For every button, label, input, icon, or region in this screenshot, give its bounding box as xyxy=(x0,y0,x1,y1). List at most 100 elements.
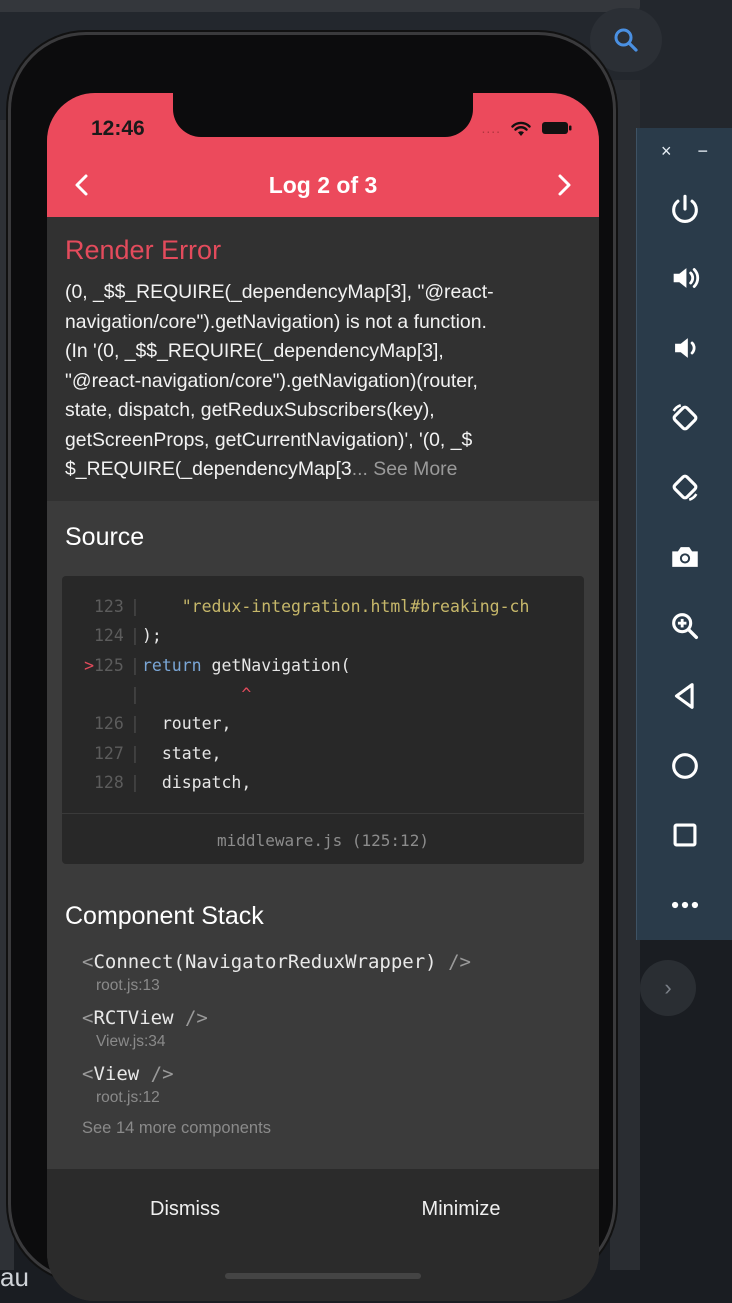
line-pipe: | xyxy=(130,714,140,734)
stack-frame[interactable]: <RCTView /> View.js:34 xyxy=(82,1007,584,1051)
line-pipe: | xyxy=(130,685,140,705)
log-header: 12:46 .... Log 2 of 3 xyxy=(47,93,599,217)
see-more-link[interactable]: See More xyxy=(373,458,457,480)
error-message-line: (0, _$$_REQUIRE(_dependencyMap[3], "@rea… xyxy=(65,281,494,303)
error-ellipsis: ... xyxy=(351,458,368,480)
code-keyword: return xyxy=(142,655,202,675)
component-stack-title: Component Stack xyxy=(65,902,264,930)
minimize-panel-button[interactable]: − xyxy=(698,141,709,162)
zoom-icon xyxy=(671,613,698,640)
search-button[interactable] xyxy=(590,8,662,72)
line-pipe: | xyxy=(130,743,140,763)
search-icon xyxy=(614,28,638,52)
error-message-line: navigation/core").getNavigation) is not … xyxy=(65,310,487,333)
more-options-button[interactable] xyxy=(637,870,732,940)
emulator-panel-header: × − xyxy=(637,128,732,174)
code-frame[interactable]: 123 | "redux-integration.html#breaking-ch… xyxy=(62,576,584,864)
volume-down-button[interactable] xyxy=(637,313,732,383)
line-number: 127 xyxy=(94,743,124,763)
power-button[interactable] xyxy=(637,174,732,244)
error-message-line: state, dispatch, getReduxSubscribers(key… xyxy=(65,399,435,421)
line-number: 124 xyxy=(94,626,124,646)
error-caret: ^ xyxy=(142,685,252,705)
more-icon xyxy=(671,901,698,908)
phone-notch xyxy=(173,93,473,137)
stack-file: root.js:12 xyxy=(96,1089,160,1106)
stack-component: <View /> xyxy=(82,1063,584,1085)
code-line: | ^ xyxy=(62,680,584,709)
battery-icon xyxy=(542,122,572,134)
error-message-line: $_REQUIRE(_dependencyMap[3 xyxy=(65,458,352,480)
component-stack-list: <Connect(NavigatorReduxWrapper) /> root.… xyxy=(62,951,584,1107)
stack-file: View.js:34 xyxy=(96,1033,166,1050)
line-pipe: | xyxy=(130,772,140,792)
rotate-left-icon xyxy=(672,403,697,430)
overview-button[interactable] xyxy=(637,800,732,870)
line-number: 128 xyxy=(94,772,124,792)
component-name: View xyxy=(93,1063,140,1085)
wifi-icon xyxy=(511,121,531,136)
close-panel-button[interactable]: × xyxy=(661,141,672,162)
stack-frame[interactable]: <View /> root.js:12 xyxy=(82,1063,584,1107)
code-lines: 123 | "redux-integration.html#breaking-ch… xyxy=(62,576,584,797)
power-icon xyxy=(671,194,698,223)
error-message-line: (In '(0, _$$_REQUIRE(_dependencyMap[3], xyxy=(65,340,444,362)
tag-open: < xyxy=(82,951,94,973)
previous-log-button[interactable] xyxy=(67,170,97,200)
status-icons: .... xyxy=(481,119,573,137)
rotate-left-button[interactable] xyxy=(637,383,732,453)
error-summary: Render Error (0, _$$_REQUIRE(_dependency… xyxy=(47,217,599,501)
code-line: 123 | "redux-integration.html#breaking-ch xyxy=(62,592,584,621)
stack-frame[interactable]: <Connect(NavigatorReduxWrapper) /> root.… xyxy=(82,951,584,995)
zoom-button[interactable] xyxy=(637,592,732,662)
screenshot-button[interactable] xyxy=(637,522,732,592)
stack-component: <RCTView /> xyxy=(82,1007,584,1029)
phone-screen: 12:46 .... Log 2 of 3 Render Error (0, _… xyxy=(47,93,599,1301)
see-more-components-link[interactable]: See 14 more components xyxy=(62,1119,584,1138)
component-name: Connect(NavigatorReduxWrapper) xyxy=(93,951,437,973)
log-counter-title: Log 2 of 3 xyxy=(268,171,378,198)
stack-file: root.js:13 xyxy=(96,977,160,994)
volume-up-icon xyxy=(673,268,699,289)
back-button[interactable] xyxy=(637,661,732,731)
error-message-last-line: $_REQUIRE(_dependencyMap[3... See More xyxy=(65,455,581,485)
chevron-left-icon xyxy=(75,174,88,196)
overview-icon xyxy=(673,823,696,847)
tag-open: < xyxy=(82,1063,94,1085)
minimize-button[interactable]: Minimize xyxy=(323,1198,599,1221)
tag-close: /> xyxy=(173,1007,208,1029)
code-line-highlighted: >125 | return getNavigation( xyxy=(62,651,584,680)
code-text: ); xyxy=(142,626,162,646)
line-marker: > xyxy=(84,655,94,675)
status-time: 12:46 xyxy=(91,117,145,140)
dismiss-button[interactable]: Dismiss xyxy=(47,1198,323,1221)
background-chevron-button[interactable]: › xyxy=(640,960,696,1016)
source-file-location[interactable]: middleware.js (125:12) xyxy=(62,813,584,867)
line-number: 125 xyxy=(94,655,124,675)
line-number: 126 xyxy=(94,714,124,734)
next-log-button[interactable] xyxy=(549,170,579,200)
volume-up-button[interactable] xyxy=(637,244,732,314)
home-icon xyxy=(671,752,698,779)
home-indicator[interactable] xyxy=(225,1273,421,1279)
emulator-control-panel: × − xyxy=(636,128,732,940)
details-section: Source 123 | "redux-integration.html#brea… xyxy=(47,501,599,1223)
rotate-right-button[interactable] xyxy=(637,452,732,522)
browser-toolbar xyxy=(0,0,640,12)
home-button[interactable] xyxy=(637,731,732,801)
footer-buttons: Dismiss Minimize xyxy=(47,1169,599,1249)
rotate-right-icon xyxy=(672,474,697,502)
code-line: 128 | dispatch, xyxy=(62,768,584,797)
code-text: "redux-integration.html#breaking-ch xyxy=(142,597,530,617)
error-message-line: getScreenProps, getCurrentNavigation)', … xyxy=(65,428,473,451)
error-title: Render Error xyxy=(65,235,222,265)
line-pipe: | xyxy=(130,655,140,675)
line-number: 123 xyxy=(94,597,124,617)
tag-close: /> xyxy=(436,951,471,973)
line-pipe: | xyxy=(130,597,140,617)
source-title: Source xyxy=(65,523,145,551)
code-text: dispatch, xyxy=(142,772,252,792)
component-name: RCTView xyxy=(93,1007,174,1029)
code-line: 127 | state, xyxy=(62,738,584,767)
error-message-line: "@react-navigation/core").getNavigation)… xyxy=(65,369,478,392)
